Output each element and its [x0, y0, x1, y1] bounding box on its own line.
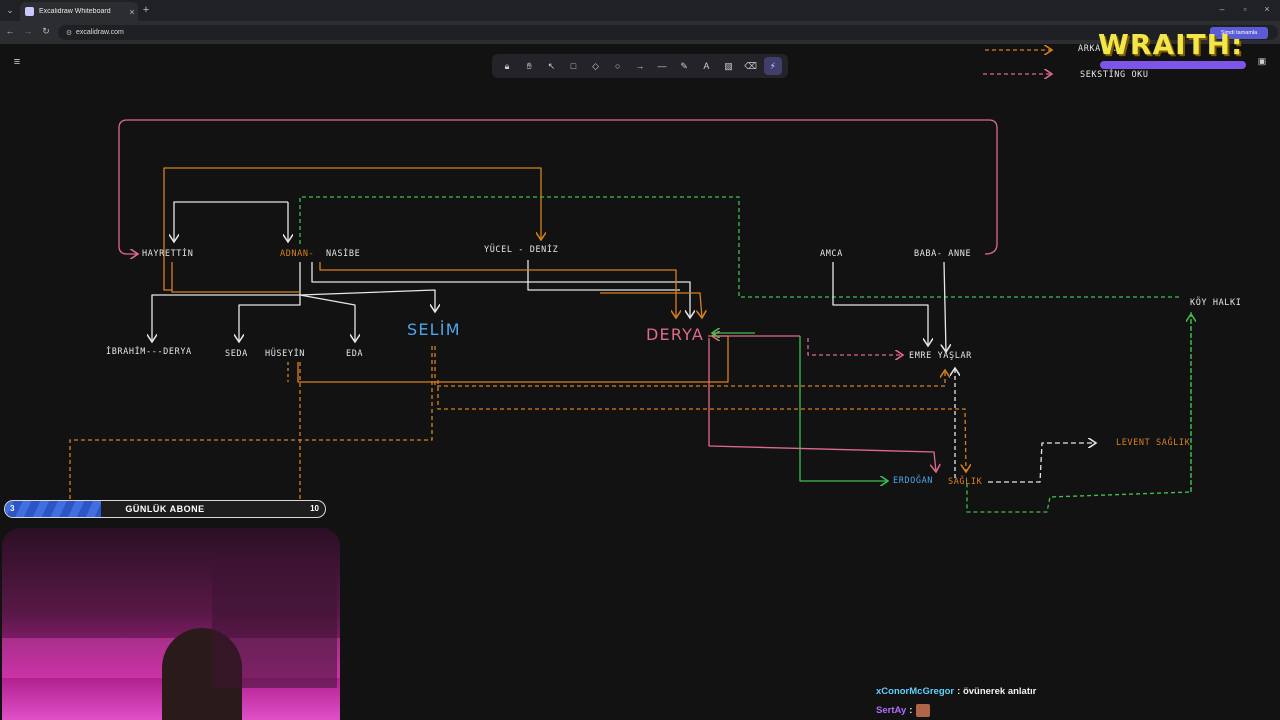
node-saglik[interactable]: SAĞLIK [948, 477, 982, 487]
chat-username: SertAy [876, 705, 907, 716]
node-yucel-deniz[interactable]: YÜCEL - DENİZ [484, 245, 558, 255]
connector-white-hayrettin [174, 201, 288, 242]
chat-message: xConorMcGregor : övünerek anlatır [876, 682, 1276, 701]
subscriber-goal-target: 10 [310, 504, 319, 513]
connector-orange-derya-2 [600, 292, 702, 318]
chat-separator: : [909, 705, 913, 716]
legend-label-pink: SEKSTİNG OKU [1080, 70, 1149, 80]
connector-white-levent [988, 443, 1096, 483]
connector-white-selim [299, 289, 435, 312]
node-koy-halki[interactable]: KÖY HALKI [1190, 298, 1241, 308]
node-selim[interactable]: SELİM [407, 320, 461, 339]
node-levent-saglik[interactable]: LEVENT SAĞLIK [1116, 438, 1190, 448]
chat-username: xConorMcGregor [876, 686, 955, 697]
connector-pink-derya-emre [807, 338, 903, 355]
connector-white-yucel [527, 260, 680, 291]
connector-white-baba [944, 261, 946, 352]
connector-white-amca [832, 262, 928, 346]
subscriber-goal-current: 3 [10, 504, 15, 513]
chat-emote-icon [916, 704, 931, 717]
connector-pink-derya-erdogan [708, 338, 936, 472]
connector-pink-top [118, 119, 998, 254]
connector-white-seda [239, 295, 301, 342]
node-derya[interactable]: DERYA [646, 325, 704, 344]
chat-text: övünerek anlatır [962, 686, 1037, 697]
node-hayrettin[interactable]: HAYRETTİN [142, 249, 193, 259]
node-amca[interactable]: AMCA [820, 249, 843, 259]
chat-overlay: xConorMcGregor : övünerek anlatır SertAy… [876, 682, 1276, 720]
overlay-purple-bar [1100, 61, 1246, 69]
channel-watermark: WRAITH: [1098, 28, 1244, 61]
node-adnan[interactable]: ADNAN- [280, 249, 314, 259]
node-emre-yaslar[interactable]: EMRE YAŞLAR [909, 351, 972, 361]
connector-white-ibrahim [152, 262, 301, 342]
subscriber-goal-label: GÜNLÜK ABONE [125, 504, 205, 514]
connector-orange-selim-saglik [437, 380, 966, 472]
node-eda[interactable]: EDA [346, 349, 363, 359]
webcam-cabinet [212, 558, 337, 688]
node-ibrahim-derya[interactable]: İBRAHİM---DERYA [106, 347, 192, 357]
webcam-feed [2, 528, 340, 720]
subscriber-goal-bar: GÜNLÜK ABONE 3 10 [4, 500, 326, 518]
connector-orange-selim-left [69, 346, 433, 500]
connector-orange-selim-emre [434, 346, 945, 387]
connector-orange-hayrettin [171, 262, 300, 293]
node-baba-anne[interactable]: BABA- ANNE [914, 249, 971, 259]
node-huseyin[interactable]: HÜSEYİN [265, 349, 305, 359]
node-seda[interactable]: SEDA [225, 349, 248, 359]
connector-white-eda [299, 294, 355, 342]
node-nasibe[interactable]: NASİBE [326, 249, 360, 259]
node-erdogan[interactable]: ERDOĞAN [893, 476, 933, 486]
chat-message: SertAy : [876, 701, 1276, 720]
connector-orange-top [163, 167, 541, 291]
